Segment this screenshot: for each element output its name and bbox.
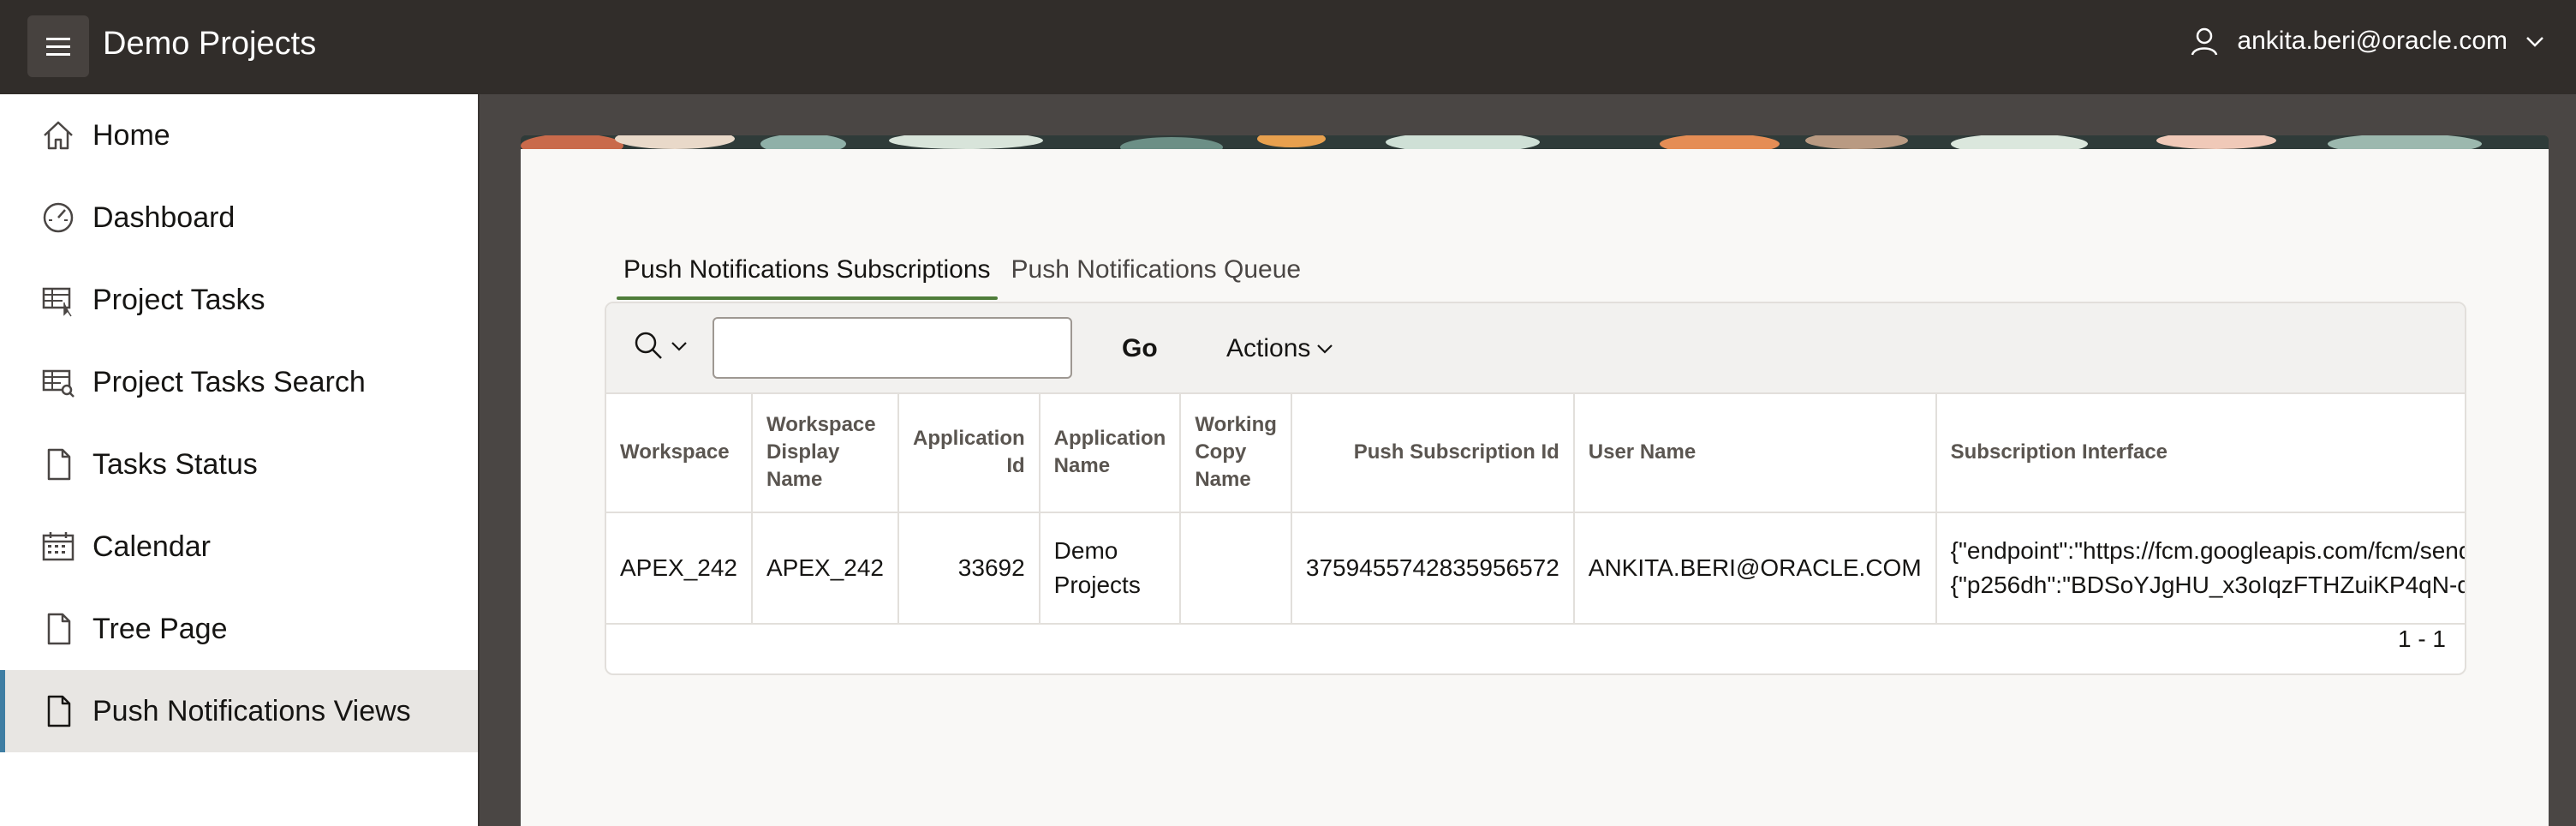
file-icon: [39, 446, 77, 483]
actions-label: Actions: [1226, 334, 1311, 362]
sidebar-item-tree-page[interactable]: Tree Page: [0, 588, 480, 670]
dashboard-icon: [39, 199, 77, 236]
sidebar-item-label: Home: [92, 118, 170, 152]
hamburger-icon: [46, 38, 70, 56]
report-table: Workspace Workspace Display Name Applica…: [606, 392, 2466, 625]
sidebar-item-label: Project Tasks Search: [92, 365, 366, 398]
chevron-down-icon: [1317, 344, 1333, 354]
menu-toggle-button[interactable]: [27, 15, 89, 77]
sidebar-item-project-tasks[interactable]: Project Tasks: [0, 259, 480, 341]
subscription-interface-line: {"p256dh":"BDSoYJgHU_x3oIqzFTHZuiKP4qN-d…: [1950, 572, 2466, 598]
cell-application-name: Demo Projects: [1039, 512, 1182, 625]
tab-bar: Push Notifications Subscriptions Push No…: [617, 240, 1308, 300]
user-menu[interactable]: ankita.beri@oracle.com: [2187, 24, 2547, 58]
cell-user-name: ANKITA.BERI@ORACLE.COM: [1573, 512, 1937, 625]
sidebar-item-tasks-status[interactable]: Tasks Status: [0, 423, 480, 506]
column-header-application-id[interactable]: Application Id: [898, 392, 1041, 513]
column-header-workspace[interactable]: Workspace: [606, 392, 753, 513]
sidebar-item-push-notifications-views[interactable]: Push Notifications Views: [0, 670, 480, 752]
search-icon: [635, 332, 662, 359]
user-name[interactable]: ankita.beri@oracle.com: [2237, 27, 2507, 56]
home-icon: [39, 117, 77, 154]
sidebar-item-dashboard[interactable]: Dashboard: [0, 177, 480, 259]
table-header-row: Workspace Workspace Display Name Applica…: [606, 392, 2465, 513]
sidebar-item-project-tasks-search[interactable]: Project Tasks Search: [0, 341, 480, 423]
sidebar-nav: Home Dashboard Project Tasks Project Tas…: [0, 94, 480, 826]
sidebar-item-label: Project Tasks: [92, 283, 265, 316]
sidebar-item-label: Push Notifications Views: [92, 694, 411, 727]
chevron-down-icon: [671, 342, 687, 351]
search-input[interactable]: [713, 317, 1072, 379]
column-header-subscription-interface[interactable]: Subscription Interface: [1935, 392, 2465, 513]
table-row: APEX_242 APEX_242 33692 Demo Projects 37…: [606, 512, 2466, 625]
report-toolbar: Go Actions: [606, 303, 2465, 394]
sidebar-item-label: Tasks Status: [92, 447, 258, 481]
cell-subscription-interface: {"endpoint":"https://fcm.googleapis.com/…: [1935, 512, 2466, 625]
sidebar-item-label: Dashboard: [92, 201, 236, 234]
file-icon: [39, 692, 77, 730]
table-pointer-icon: [39, 281, 77, 319]
subscription-interface-line: {"endpoint":"https://fcm.googleapis.com/…: [1950, 537, 2466, 564]
cell-workspace-display-name: APEX_242: [752, 512, 899, 625]
calendar-icon: [39, 528, 77, 566]
sidebar-item-calendar[interactable]: Calendar: [0, 506, 480, 588]
pagination-label: 1 - 1: [2397, 625, 2446, 652]
sidebar-item-home[interactable]: Home: [0, 94, 480, 177]
cell-application-id: 33692: [898, 512, 1041, 625]
cell-working-copy-name: [1180, 512, 1292, 625]
tab-push-notifications-queue[interactable]: Push Notifications Queue: [1005, 240, 1309, 300]
sidebar-item-label: Calendar: [92, 530, 211, 563]
column-header-user-name[interactable]: User Name: [1573, 392, 1937, 513]
chevron-down-icon[interactable]: [2523, 29, 2547, 53]
cell-workspace: APEX_242: [606, 512, 753, 625]
file-icon: [39, 610, 77, 648]
actions-menu-button[interactable]: Actions: [1209, 319, 1351, 379]
table-search-icon: [39, 363, 77, 401]
top-header: Demo Projects ankita.beri@oracle.com: [0, 0, 2576, 94]
user-icon: [2187, 24, 2221, 58]
go-button[interactable]: Go: [1105, 319, 1175, 379]
column-header-workspace-display-name[interactable]: Workspace Display Name: [752, 392, 899, 513]
interactive-report: Go Actions Workspace Workspace Display N…: [605, 302, 2466, 675]
sidebar-item-label: Tree Page: [92, 612, 228, 645]
cell-push-subscription-id: 3759455742835956572: [1291, 512, 1575, 625]
column-header-working-copy-name[interactable]: Working Copy Name: [1180, 392, 1292, 513]
column-header-application-name[interactable]: Application Name: [1039, 392, 1182, 513]
search-column-selector[interactable]: [632, 329, 689, 363]
tab-push-notifications-subscriptions[interactable]: Push Notifications Subscriptions: [617, 240, 998, 300]
app-title[interactable]: Demo Projects: [103, 26, 316, 63]
column-header-push-subscription-id[interactable]: Push Subscription Id: [1291, 392, 1575, 513]
